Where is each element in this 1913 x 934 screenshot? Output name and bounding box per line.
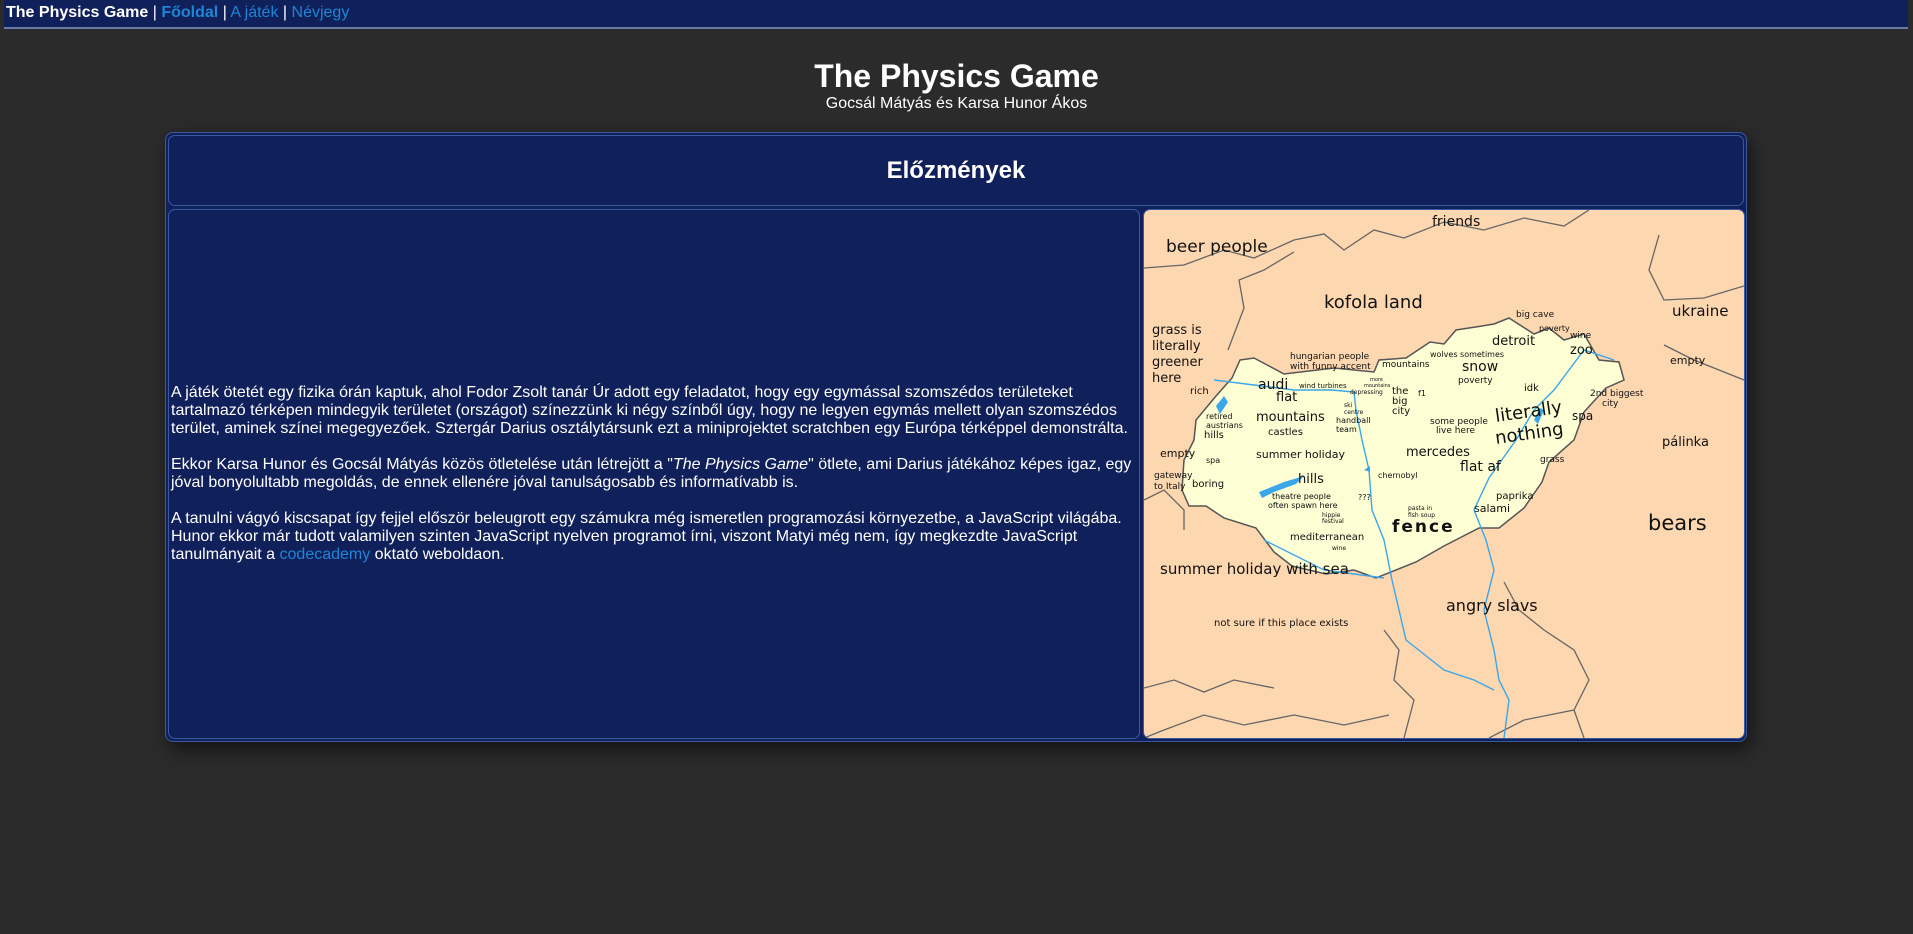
map-label: hills: [1204, 430, 1224, 441]
codecademy-link[interactable]: codecademy: [280, 546, 371, 563]
section-header: Előzmények: [168, 135, 1744, 206]
paragraph-3-end: oktató weboldaon.: [370, 546, 505, 563]
map-label: friends: [1432, 214, 1480, 230]
nav-link-game[interactable]: A játék: [230, 4, 278, 21]
map-label: festival: [1322, 518, 1344, 525]
map-label: centre: [1344, 409, 1363, 416]
map-label: rich: [1190, 386, 1209, 397]
map-label: chernobyl: [1378, 471, 1418, 480]
map-label: mercedes: [1406, 445, 1470, 460]
nav-separator: |: [152, 4, 157, 21]
map-label: paprika: [1496, 491, 1533, 502]
map-label: live here: [1436, 426, 1475, 436]
map-label: city: [1392, 406, 1410, 417]
map-label: kofola land: [1324, 292, 1423, 313]
map-label: big cave: [1516, 310, 1555, 320]
page-title: The Physics Game: [814, 58, 1099, 94]
map-label: flat af: [1460, 459, 1502, 475]
page-subtitle: Gocsál Mátyás és Karsa Hunor Ákos: [825, 95, 1088, 112]
map-label: not sure if this place exists: [1214, 618, 1348, 629]
nav-link-about[interactable]: Névjegy: [292, 4, 350, 21]
map-image-cell: friends beer people kofola land ukraine …: [1143, 209, 1745, 739]
paragraph-3: A tanulni vágyó kiscsapat így fejjel elő…: [171, 510, 1137, 564]
game-name-emphasis: The Physics Game: [672, 456, 809, 473]
map-label: gateway: [1154, 471, 1193, 481]
map-label: 2nd biggest: [1590, 389, 1644, 399]
map-label: poverty: [1458, 376, 1493, 386]
map-label: team: [1336, 425, 1357, 434]
nav-link-home[interactable]: Főoldal: [161, 4, 218, 21]
map-label: to Italy: [1154, 482, 1186, 492]
map-label: mountains: [1256, 410, 1325, 425]
map-label: beer people: [1166, 237, 1268, 257]
map-label: depressing: [1350, 389, 1383, 396]
map-label: bears: [1648, 511, 1707, 535]
map-label: detroit: [1492, 334, 1535, 349]
map-label: hills: [1298, 472, 1324, 487]
map-label: retired: [1206, 412, 1233, 421]
map-label: f1: [1418, 389, 1426, 398]
paragraph-1: A játék ötetét egy fizika órán kaptuk, a…: [171, 384, 1128, 437]
map-label: spa: [1206, 456, 1220, 465]
map-label: city: [1602, 399, 1619, 409]
map-label: grass: [1540, 455, 1565, 465]
map-label: salami: [1474, 502, 1510, 515]
map-label: handball: [1336, 416, 1371, 425]
map-label: pasta in: [1408, 505, 1432, 512]
map-label: wind turbines: [1299, 382, 1347, 390]
map-label: spa: [1572, 409, 1593, 423]
nav-separator: |: [282, 4, 288, 21]
section-title: Előzmények: [886, 156, 1026, 184]
map-label: wolves sometimes: [1430, 350, 1504, 359]
map-label: summer holiday: [1256, 448, 1345, 461]
map-label: often spawn here: [1268, 501, 1338, 510]
hungary-stereotype-map: friends beer people kofola land ukraine …: [1144, 210, 1744, 738]
nav-separator: |: [222, 4, 227, 21]
map-label: greener: [1152, 355, 1204, 370]
map-label: snow: [1462, 359, 1498, 375]
map-label: idk: [1524, 383, 1539, 394]
map-label: austrians: [1206, 421, 1243, 430]
map-label: empty: [1160, 447, 1196, 460]
map-label: empty: [1670, 354, 1706, 367]
map-label: wine: [1570, 331, 1592, 341]
paragraph-2: Ekkor Karsa Hunor és Gocsál Mátyás közös…: [171, 456, 1137, 492]
top-navbar: The Physics Game | Főoldal | A játék | N…: [4, 0, 1908, 29]
map-label: ukraine: [1672, 302, 1728, 320]
map-label: fence: [1392, 517, 1455, 537]
map-label: here: [1152, 371, 1181, 386]
map-label: mountains: [1382, 360, 1430, 370]
map-label: theatre people: [1272, 492, 1331, 501]
map-label: with funny accent: [1290, 362, 1371, 372]
map-label: poverty: [1539, 324, 1570, 333]
map-label: grass is: [1152, 323, 1202, 338]
map-label: flat: [1276, 390, 1297, 405]
section-text: A játék ötetét egy fizika órán kaptuk, a…: [171, 384, 1137, 564]
map-label: angry slavs: [1446, 596, 1538, 615]
text-cell: A játék ötetét egy fizika órán kaptuk, a…: [168, 209, 1140, 739]
map-label: pálinka: [1662, 435, 1709, 450]
map-label: mediterranean: [1290, 532, 1364, 543]
map-label: ski: [1344, 402, 1353, 409]
map-label: hungarian people: [1290, 352, 1370, 362]
paragraph-2-start: Ekkor Karsa Hunor és Gocsál Mátyás közös…: [171, 456, 673, 473]
map-label: wine: [1332, 545, 1346, 552]
map-label: boring: [1192, 479, 1224, 490]
map-label: castles: [1268, 427, 1303, 438]
nav-brand[interactable]: The Physics Game: [6, 4, 148, 21]
content-panel: Előzmények A játék ötetét egy fizika órá…: [165, 132, 1747, 742]
map-label: ???: [1358, 493, 1371, 502]
map-label: zoo: [1570, 343, 1593, 358]
map-label: literally: [1152, 339, 1201, 354]
map-label: summer holiday with sea: [1160, 560, 1349, 578]
